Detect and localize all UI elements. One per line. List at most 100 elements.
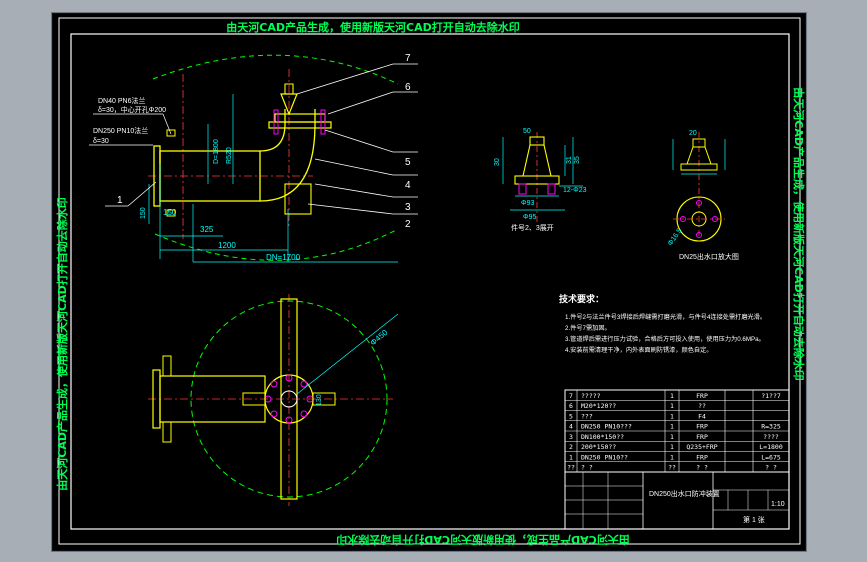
dim-text: 30	[494, 158, 501, 166]
note-text: DN40 PN6法兰	[98, 96, 145, 105]
outer-border	[58, 17, 801, 545]
detail-view-2: 20 Φ16.5 DN25出水口放大图	[667, 130, 739, 261]
tech-note: 1.件号2与法兰件号3焊接后焊缝需打磨光滑，与件号4连接处需打磨光滑。	[565, 313, 766, 321]
bom-cell-mat: ? ?	[696, 464, 708, 472]
bolt	[547, 183, 556, 195]
technical-notes: 技术要求： 1.件号2与法兰件号3焊接后焊缝需打磨光滑，与件号4连接处需打磨光滑…	[559, 293, 766, 354]
dim-text: 130	[316, 394, 323, 406]
bom-cell-qty: 1	[670, 392, 674, 400]
bom-cell-qty: 1	[670, 423, 674, 431]
bom-cell-mat: Q235+FRP	[686, 443, 717, 451]
bom-cell-no: 7	[569, 392, 573, 400]
dim-text: 35	[574, 156, 581, 164]
flange-ear	[166, 129, 176, 137]
dim-text: Φ93	[521, 200, 534, 207]
bom-cell-no: 1	[569, 453, 573, 461]
title-block: DN250出水口防冲装置 1:10 第 1 张	[564, 471, 790, 530]
callout-number: 7	[405, 53, 411, 64]
callout-number: 3	[405, 202, 411, 213]
bom-cell-qty: ??	[668, 464, 676, 472]
flange-ear	[162, 421, 172, 443]
bom-cell-no: 6	[569, 402, 573, 410]
bom-cell-mat: FRP	[696, 392, 708, 400]
bolt-hole	[300, 380, 308, 388]
dim-text: DN=1700	[266, 253, 301, 262]
note-text: DN250 PN10法兰	[93, 126, 148, 135]
callout-number: 5	[405, 157, 411, 168]
plan-view: Φ450 130	[148, 294, 399, 506]
title-grid	[565, 472, 769, 529]
front-view: 150 325 1200 DN=1700 150 D=1800 R520 DN4…	[89, 53, 418, 263]
dim-text: 12-Φ23	[563, 187, 587, 194]
dim-text: Φ95	[523, 214, 536, 221]
bom-cell-name: ???	[581, 412, 593, 420]
dim-line	[296, 313, 399, 395]
cad-drawing-canvas: 由天河CAD产品生成，使用新版天河CAD打开自动去除水印 由天河CAD产品生成，…	[52, 13, 806, 551]
callout-number: 4	[405, 180, 411, 191]
bolt-hole	[270, 380, 278, 388]
bom-cell-no: 5	[569, 412, 573, 420]
bom-cell-note: ? ?	[765, 464, 777, 472]
dim-text: 1200	[218, 241, 236, 250]
watermark-left: 由天河CAD产品生成，使用新版天河CAD打开自动去除水印	[55, 197, 69, 490]
leader-line	[314, 158, 394, 176]
bom-cell-name: 200*150??	[581, 443, 616, 451]
dim-text: 50	[523, 128, 531, 135]
bom-cell-mat: ??	[698, 402, 706, 410]
leader-line	[307, 203, 394, 215]
bom-cell-note: ?1??7	[761, 392, 781, 400]
bom-cell-name: DN250 PN10???	[581, 423, 632, 431]
bom-cell-name: ? ?	[581, 464, 593, 472]
bom-cell-qty: 1	[670, 443, 674, 451]
bom-cell-mat: FRP	[696, 433, 708, 441]
watermark-right: 由天河CAD产品生成，使用新版天河CAD打开自动去除水印	[792, 87, 805, 380]
bom-cell-note: R=325	[761, 423, 781, 431]
note-text: δ=30，中心开孔Φ200	[98, 105, 166, 114]
dim-text: 20	[689, 130, 697, 137]
bolt-hole	[270, 410, 278, 418]
bom-cell-mat: F4	[698, 412, 706, 420]
bom-cell-no: 2	[569, 443, 573, 451]
bom-cell-qty: 1	[670, 412, 674, 420]
bom-cell-qty: 1	[670, 453, 674, 461]
bom-cell-note: L=675	[761, 453, 781, 461]
leader-line	[314, 183, 394, 198]
bom-table: 7????? 1 FRP ?1??7 6 M20*120?? 1 ?? 5??? 1 F4 4 DN25…	[564, 389, 790, 473]
bom-cell-mat: FRP	[696, 423, 708, 431]
callout-number: 1	[117, 195, 123, 206]
tech-note: 3.管道焊后需进行压力试验，合格后方可投入使用，使用压力为0.6MPa。	[565, 335, 765, 343]
bom-cell-no: 4	[569, 423, 573, 431]
leader-line	[327, 91, 394, 115]
dim-text: 31	[566, 156, 573, 164]
bom-cell-no: 3	[569, 433, 573, 441]
watermark-top: 由天河CAD产品生成，使用新版天河CAD打开自动去除水印	[226, 20, 519, 34]
callout-number: 2	[405, 219, 411, 230]
sheet-text: 第 1 张	[743, 515, 765, 524]
detail-view-1: 50 Φ93 Φ95 30 31 35 12-Φ23 件号2、3展开	[494, 128, 587, 232]
top-flange-2	[274, 113, 326, 123]
view-label: 件号2、3展开	[511, 223, 554, 232]
dim-text: 325	[200, 225, 214, 234]
leader-line	[324, 129, 394, 153]
bom-cell-note: ????	[763, 433, 779, 441]
drawing-name: DN250出水口防冲装置	[649, 489, 720, 498]
tech-note: 4.安装前需清理干净，内外表面刷防锈漆，颜色自定。	[565, 346, 712, 354]
watermark-bottom: 由天河CAD产品生成，使用新版天河CAD打开自动去除水印	[336, 533, 629, 547]
view-label: DN25出水口放大图	[679, 252, 739, 261]
detail1-dimensions	[502, 137, 583, 211]
dim-text: 150	[163, 208, 177, 217]
leader-line	[127, 181, 157, 207]
scale-text: 1:10	[771, 501, 785, 508]
bom-cell-name: ?????	[581, 392, 601, 400]
flange-ear	[162, 355, 172, 377]
callout-number: 6	[405, 82, 411, 93]
bom-cell-note: L=1800	[759, 443, 783, 451]
dim-text: Φ450	[369, 328, 390, 348]
bom-cell-name: M20*120??	[581, 402, 616, 410]
bolt	[518, 183, 527, 195]
bom-cell-name: DN250 PN10??	[581, 453, 628, 461]
dim-text: D=1800	[213, 139, 220, 164]
front-dashed-arc-top	[152, 54, 399, 85]
callout-leaders	[296, 63, 418, 215]
leader-line	[296, 63, 394, 95]
